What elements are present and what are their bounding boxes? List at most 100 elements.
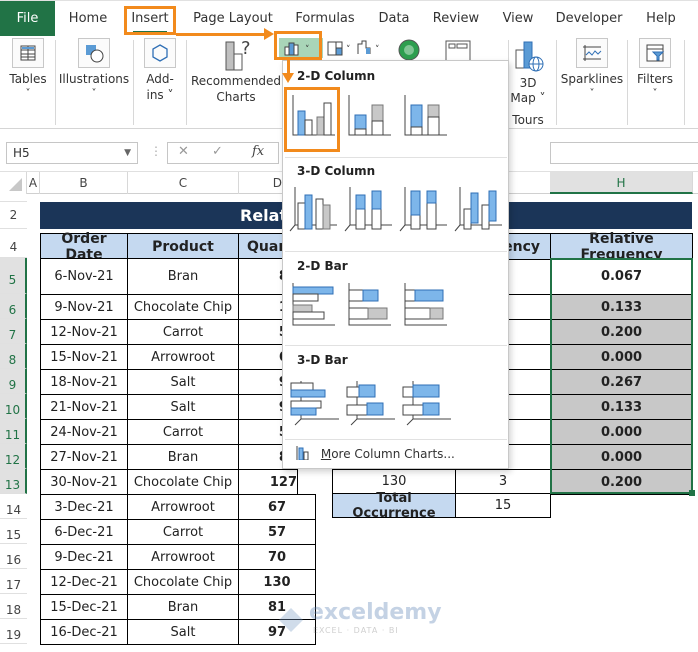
column-header-a[interactable]: A [27,172,40,194]
row-header[interactable]: 8 [0,344,27,369]
column-header-b[interactable]: B [40,172,128,194]
row-header[interactable]: 2 [0,202,27,229]
row-header[interactable]: 7 [0,319,27,344]
quantity-cell[interactable]: 57 [238,519,316,545]
row-header[interactable]: 10 [0,394,27,419]
3d-clustered-bar-option[interactable] [289,377,339,427]
row-header[interactable]: 11 [0,419,27,444]
order-date-cell[interactable]: 3-Dec-21 [40,494,128,520]
row-header-partial[interactable] [0,194,27,202]
product-cell[interactable]: Arrowroot [127,544,239,570]
order-date-cell[interactable]: 21-Nov-21 [40,394,128,420]
illustrations-button[interactable]: Illustrations ˅ [58,36,130,129]
sparklines-button[interactable]: Sparklines ˅ [560,36,624,129]
order-date-cell[interactable]: 12-Nov-21 [40,319,128,345]
quantity-cell[interactable]: 130 [238,569,316,595]
3d-100-stacked-bar-option[interactable] [401,377,451,427]
relative-frequency-cell[interactable]: 0.133 [550,294,693,320]
quantity-cell[interactable]: 127 [238,469,298,495]
row-header[interactable]: 18 [0,594,27,619]
product-cell[interactable]: Salt [127,394,239,420]
stacked-column-option[interactable] [345,91,391,137]
formula-input[interactable] [550,142,698,164]
product-cell[interactable]: Salt [127,369,239,395]
order-date-cell[interactable]: 15-Dec-21 [40,594,128,620]
tab-review[interactable]: Review [428,1,484,37]
enter-icon[interactable]: ✓ [212,144,223,159]
row-header[interactable]: 19 [0,619,27,644]
row-header[interactable]: 13 [0,469,27,494]
order-date-cell[interactable]: 24-Nov-21 [40,419,128,445]
product-cell[interactable]: Bran [127,258,239,295]
row-header[interactable]: 4 [0,229,27,258]
product-cell[interactable]: Chocolate Chip [127,294,239,320]
frequency-cell[interactable]: 3 [455,469,551,494]
tab-help[interactable]: Help [640,1,682,37]
row-header[interactable]: 12 [0,444,27,469]
row-header[interactable]: 17 [0,569,27,594]
clustered-bar-option[interactable] [289,281,335,327]
quantity-cell[interactable]: 70 [238,544,316,570]
3d-stacked-column-option[interactable] [344,183,394,233]
header-order-date[interactable]: Order Date [40,231,128,263]
row-header[interactable]: 9 [0,369,27,394]
relative-frequency-cell[interactable]: 0.200 [550,469,693,495]
order-date-cell[interactable]: 15-Nov-21 [40,344,128,370]
quantity-cell[interactable]: 67 [238,494,316,520]
row-header[interactable]: 5 [0,258,27,294]
3d-100-stacked-column-option[interactable] [399,183,449,233]
product-cell[interactable]: Arrowroot [127,494,239,520]
tab-data[interactable]: Data [372,1,416,37]
recommended-charts-button[interactable]: ? Recommended Charts [190,36,282,129]
column-header-c[interactable]: C [128,172,239,194]
order-date-cell[interactable]: 9-Dec-21 [40,544,128,570]
100-stacked-bar-option[interactable] [401,281,447,327]
product-cell[interactable]: Chocolate Chip [127,569,239,595]
insert-function-icon[interactable]: fx [252,144,264,159]
tab-view[interactable]: View [497,1,539,37]
row-header[interactable]: 16 [0,544,27,569]
relative-frequency-cell[interactable]: 0.000 [550,344,693,370]
tab-home[interactable]: Home [62,1,114,37]
relative-frequency-cell[interactable]: 0.067 [550,258,693,295]
product-cell[interactable]: Salt [127,619,239,645]
order-date-cell[interactable]: 12-Dec-21 [40,569,128,595]
select-all-corner[interactable] [0,172,27,194]
insert-waterfall-chart-button[interactable]: ˅ [356,38,386,58]
order-date-cell[interactable]: 18-Nov-21 [40,369,128,395]
tables-button[interactable]: Tables ˅ [4,36,52,129]
relative-frequency-cell[interactable]: 0.267 [550,369,693,395]
name-box-dropdown-icon[interactable]: ▼ [124,143,131,163]
maps-button[interactable] [396,38,424,62]
name-box[interactable]: H5 ▼ [6,142,138,164]
total-occurrence-label[interactable]: Total Occurrence [332,491,456,521]
total-occurrence-value[interactable]: 15 [455,493,551,518]
relative-frequency-cell[interactable]: 0.000 [550,419,693,445]
product-cell[interactable]: Arrowroot [127,344,239,370]
relative-frequency-cell[interactable]: 0.200 [550,319,693,345]
3d-column-option[interactable] [454,183,504,233]
row-header[interactable]: 6 [0,294,27,319]
cancel-icon[interactable]: ✕ [178,144,189,159]
row-header[interactable]: 14 [0,494,27,519]
product-cell[interactable]: Carrot [127,519,239,545]
column-header-h[interactable]: H [550,172,693,194]
insert-hierarchy-chart-button[interactable]: ˅ [326,38,356,58]
row-header[interactable]: 15 [0,519,27,544]
relative-frequency-cell[interactable]: 0.133 [550,394,693,420]
filters-button[interactable]: Filters ˅ [630,36,680,129]
order-date-cell[interactable]: 27-Nov-21 [40,444,128,470]
order-date-cell[interactable]: 30-Nov-21 [40,469,128,495]
order-date-cell[interactable]: 16-Dec-21 [40,619,128,645]
relative-frequency-cell[interactable]: 0.000 [550,444,693,470]
3d-stacked-bar-option[interactable] [345,377,395,427]
product-cell[interactable]: Chocolate Chip [127,469,239,495]
order-date-cell[interactable]: 6-Dec-21 [40,519,128,545]
product-cell[interactable]: Bran [127,444,239,470]
3d-map-button[interactable]: 3D Map ˅ Tours [510,36,546,129]
stacked-bar-option[interactable] [345,281,391,327]
tab-developer[interactable]: Developer [552,1,626,37]
product-cell[interactable]: Carrot [127,419,239,445]
order-date-cell[interactable]: 9-Nov-21 [40,294,128,320]
addins-button[interactable]: Add- ins ˅ [136,36,184,129]
